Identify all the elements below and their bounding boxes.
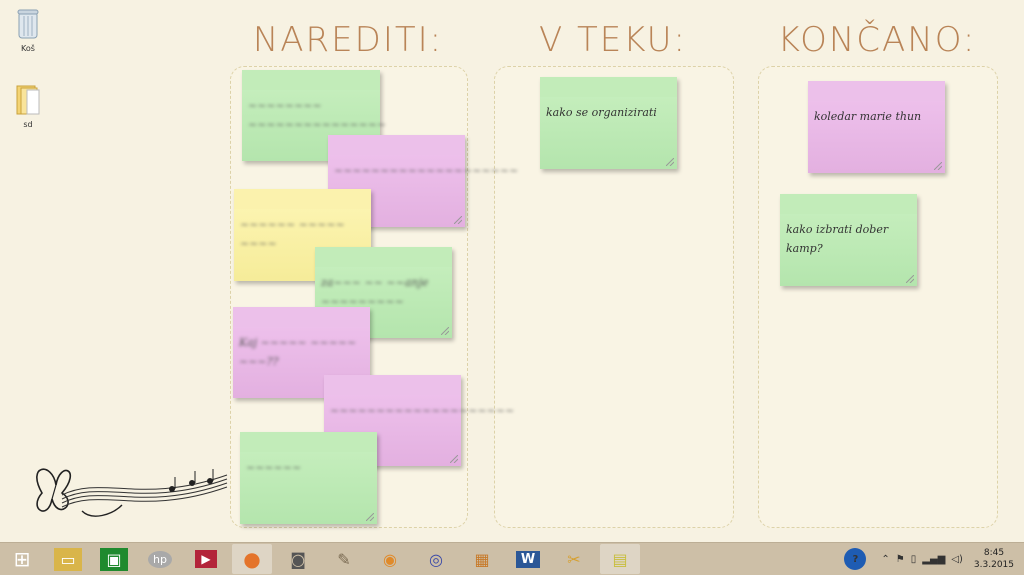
butterfly-music-decoration — [36, 468, 228, 517]
note-text: ~~~~~~~~ ~~~~~~~~~~~~~~~ — [248, 99, 387, 131]
camera-glyph: ◙ — [290, 549, 306, 569]
resize-grip-icon[interactable] — [934, 162, 942, 170]
torrent-glyph: ◎ — [429, 549, 443, 569]
folder-glyph — [16, 85, 40, 115]
blender-glyph: ◉ — [383, 549, 397, 569]
note-header — [540, 77, 677, 97]
sticky-note[interactable]: kako se organizirati — [540, 77, 677, 169]
note-text: kako se organizirati — [546, 106, 657, 119]
note-text: ~~~~~~ ~~~~~ ~~~~ — [240, 218, 345, 250]
sticky-note[interactable]: kako izbrati dober kamp? — [780, 194, 917, 286]
note-header — [780, 194, 917, 214]
note-text: ~~~~~~~~~~~~~~~~~~~~ — [330, 404, 515, 417]
note-header — [233, 307, 370, 327]
system-tray: ? ⌃ ⚑ ▯ ▂▄▆ ◁) 8:45 3.3.2015 — [844, 543, 1024, 575]
sticky-notes-icon[interactable]: ▤ — [600, 544, 640, 574]
video-icon[interactable]: ▦ — [462, 544, 502, 574]
sticky-note[interactable]: koledar marie thun — [808, 81, 945, 173]
firefox-glyph: ● — [243, 547, 261, 571]
note-text: Kaj ~~~~~ ~~~~~ ~~~?? — [239, 336, 357, 368]
gimp-glyph: ✎ — [337, 549, 351, 569]
media-icon[interactable]: ▶ — [186, 544, 226, 574]
sticky-notes-glyph: ▤ — [612, 549, 628, 569]
store-glyph: ▣ — [100, 547, 128, 571]
note-text: za~~~ ~~ ~~anje ~~~~~~~~~ — [321, 276, 429, 308]
file-explorer-glyph: ▭ — [54, 547, 82, 571]
store-icon[interactable]: ▣ — [94, 544, 134, 574]
note-text: kako izbrati dober kamp? — [786, 223, 889, 255]
column-title-done: KONČANO: — [777, 20, 977, 60]
folder-label: sd — [23, 120, 33, 129]
blender-icon[interactable]: ◉ — [370, 544, 410, 574]
resize-grip-icon[interactable] — [366, 513, 374, 521]
recycle-bin-label: Koš — [21, 44, 35, 53]
note-header — [315, 247, 452, 267]
clock-time: 8:45 — [983, 548, 1005, 558]
network-icon[interactable]: ▂▄▆ — [922, 554, 945, 565]
note-header — [234, 189, 371, 209]
note-header — [324, 375, 461, 395]
gimp-icon[interactable]: ✎ — [324, 544, 364, 574]
resize-grip-icon[interactable] — [441, 327, 449, 335]
resize-grip-icon[interactable] — [666, 158, 674, 166]
tools-glyph: ✂ — [567, 549, 581, 569]
taskbar: ⊞ ▭ ▣ hp ▶ ● ◙ ✎ ◉ ◎ ▦ W ✂ ▤ ? ⌃ ⚑ ▯ ▂▄▆… — [0, 542, 1024, 575]
tools-icon[interactable]: ✂ — [554, 544, 594, 574]
media-glyph: ▶ — [195, 550, 217, 568]
resize-grip-icon[interactable] — [454, 216, 462, 224]
battery-icon[interactable]: ▯ — [911, 554, 917, 565]
word-glyph: W — [515, 550, 541, 568]
torrent-icon[interactable]: ◎ — [416, 544, 456, 574]
firefox-icon[interactable]: ● — [232, 544, 272, 574]
hp-icon[interactable]: hp — [140, 544, 180, 574]
note-header — [240, 432, 377, 452]
column-title-todo: NAREDITI: — [252, 20, 444, 60]
note-text: ~~~~~~~~~~~~~~~~~~~~ — [334, 164, 519, 177]
clock-date: 3.3.2015 — [973, 560, 1014, 570]
word-icon[interactable]: W — [508, 544, 548, 574]
folder-icon[interactable]: sd — [8, 84, 48, 129]
resize-grip-icon[interactable] — [450, 455, 458, 463]
column-title-inprogress: V TEKU: — [538, 20, 688, 60]
video-glyph: ▦ — [474, 549, 490, 569]
note-text: koledar marie thun — [814, 110, 922, 123]
sticky-note[interactable]: ~~~~~~ — [240, 432, 377, 524]
camera-icon[interactable]: ◙ — [278, 544, 318, 574]
note-header — [808, 81, 945, 101]
tray-overflow-icon[interactable]: ⌃ — [881, 554, 889, 565]
clock[interactable]: 8:45 3.3.2015 — [974, 547, 1014, 571]
windows-start-icon[interactable]: ⊞ — [2, 544, 42, 574]
flag-icon[interactable]: ⚑ — [896, 554, 905, 565]
note-text: ~~~~~~ — [246, 461, 302, 474]
help-glyph: ? — [852, 553, 859, 565]
resize-grip-icon[interactable] — [906, 275, 914, 283]
recycle-bin-icon[interactable]: Koš — [8, 6, 48, 53]
hp-glyph: hp — [148, 550, 172, 568]
note-header — [242, 70, 380, 90]
file-explorer-icon[interactable]: ▭ — [48, 544, 88, 574]
recycle-bin-glyph — [17, 9, 39, 39]
help-icon[interactable]: ? — [844, 548, 867, 570]
volume-icon[interactable]: ◁) — [951, 554, 963, 565]
windows-start-glyph: ⊞ — [13, 547, 31, 571]
note-header — [328, 135, 465, 155]
